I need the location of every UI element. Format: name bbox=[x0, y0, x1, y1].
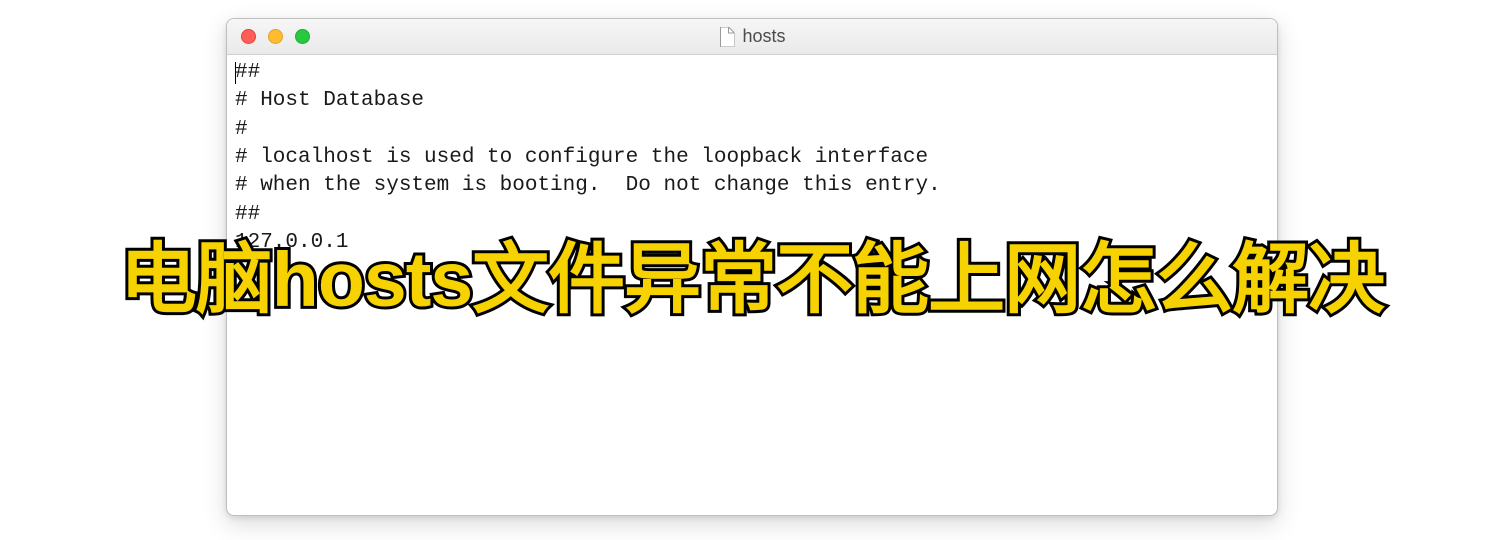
editor-line: # bbox=[235, 118, 248, 141]
window-title: hosts bbox=[742, 26, 785, 47]
traffic-lights bbox=[227, 29, 310, 44]
minimize-button[interactable] bbox=[268, 29, 283, 44]
editor-line: # localhost is used to configure the loo… bbox=[235, 146, 928, 169]
editor-line: # Host Database bbox=[235, 89, 424, 112]
zoom-button[interactable] bbox=[295, 29, 310, 44]
overlay-caption: 电脑hosts文件异常不能上网怎么解决 bbox=[0, 218, 1504, 329]
editor-line: # when the system is booting. Do not cha… bbox=[235, 174, 941, 197]
editor-line: ## bbox=[235, 61, 260, 84]
close-button[interactable] bbox=[241, 29, 256, 44]
title-center: hosts bbox=[718, 26, 785, 47]
titlebar[interactable]: hosts bbox=[227, 19, 1277, 55]
document-icon bbox=[718, 27, 734, 47]
